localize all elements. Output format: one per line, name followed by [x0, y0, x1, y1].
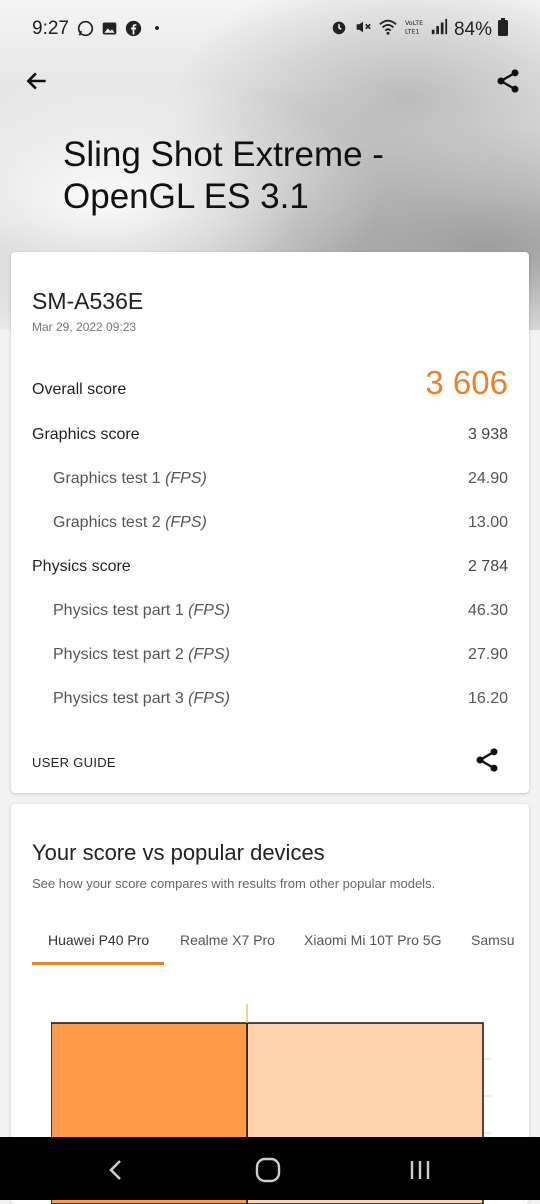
page-title: Sling Shot Extreme - OpenGL ES 3.1 — [63, 135, 384, 216]
device-tabs: Huawei P40 Pro Realme X7 Pro Xiaomi Mi 1… — [11, 924, 529, 966]
physics-test-2-value: 27.90 — [467, 646, 508, 663]
physics-test-1-value: 46.30 — [467, 602, 508, 619]
share-icon — [497, 69, 519, 93]
graphics-test-2-unit: (FPS) — [165, 514, 207, 531]
physics-score-label: Physics score — [32, 558, 131, 575]
status-time: 9:27 — [32, 18, 69, 39]
result-date: Mar 29, 2022 09:23 — [32, 320, 137, 334]
nav-back-icon — [109, 1160, 121, 1180]
nav-recents-button[interactable] — [405, 1155, 435, 1185]
whatsapp-icon — [76, 19, 94, 37]
result-share-button[interactable] — [473, 746, 503, 776]
result-card: SM-A536E Mar 29, 2022 09:23 Overall scor… — [11, 252, 529, 793]
physics-test-1-label: Physics test part 1 (FPS) — [32, 602, 230, 620]
battery-percent: 84% — [453, 18, 492, 40]
graphics-test-1-name: Graphics test 1 — [53, 470, 161, 487]
system-icons: VoLTE LTE1 84% — [330, 18, 508, 41]
overall-score-row: Overall score 3 606 — [32, 364, 508, 402]
battery-icon — [498, 18, 508, 41]
physics-score-row: Physics score 2 784 — [32, 558, 508, 576]
compare-title: Your score vs popular devices — [32, 840, 325, 865]
notification-dot: • — [154, 19, 160, 37]
physics-test-3-unit: (FPS) — [188, 690, 230, 707]
graphics-test-1-row: Graphics test 1 (FPS) 24.90 — [32, 470, 508, 488]
status-bar: 9:27 • VoLTE LTE1 84% — [0, 0, 540, 60]
share-icon — [476, 748, 498, 772]
svg-text:LTE1: LTE1 — [405, 28, 419, 35]
graphics-score-value: 3 938 — [467, 426, 508, 443]
tab-realme-x7-pro[interactable]: Realme X7 Pro — [180, 932, 275, 948]
physics-test-2-label: Physics test part 2 (FPS) — [32, 646, 230, 664]
nav-home-icon — [255, 1157, 281, 1183]
user-guide-link[interactable]: USER GUIDE — [32, 755, 116, 770]
nav-recents-icon — [410, 1161, 430, 1179]
nav-back-button[interactable] — [101, 1155, 131, 1185]
physics-test-1-unit: (FPS) — [188, 602, 230, 619]
graphics-test-1-unit: (FPS) — [165, 470, 207, 487]
physics-test-2-name: Physics test part 2 — [53, 646, 184, 663]
graphics-test-2-name: Graphics test 2 — [53, 514, 161, 531]
facebook-icon — [124, 19, 142, 37]
physics-test-3-value: 16.20 — [467, 690, 508, 707]
physics-test-1-row: Physics test part 1 (FPS) 46.30 — [32, 602, 508, 620]
gallery-icon — [100, 19, 118, 37]
compare-subtitle: See how your score compares with results… — [32, 876, 436, 891]
overall-score-value: 3 606 — [425, 364, 508, 401]
signal-icon — [430, 18, 448, 41]
active-tab-indicator — [32, 962, 164, 965]
system-navigation-bar — [0, 1137, 540, 1200]
graphics-test-1-label: Graphics test 1 (FPS) — [32, 470, 207, 488]
notification-icons: • — [76, 19, 166, 37]
graphics-score-row: Graphics score 3 938 — [32, 426, 508, 444]
graphics-test-2-row: Graphics test 2 (FPS) 13.00 — [32, 514, 508, 532]
volte-icon: VoLTE LTE1 — [404, 18, 424, 41]
nav-home-button[interactable] — [253, 1155, 283, 1185]
graphics-test-2-label: Graphics test 2 (FPS) — [32, 514, 207, 532]
physics-test-2-unit: (FPS) — [188, 646, 230, 663]
physics-test-2-row: Physics test part 2 (FPS) 27.90 — [32, 646, 508, 664]
tab-huawei-p40-pro[interactable]: Huawei P40 Pro — [48, 932, 149, 948]
physics-test-3-row: Physics test part 3 (FPS) 16.20 — [32, 690, 508, 708]
physics-score-value: 2 784 — [467, 558, 508, 575]
physics-test-1-name: Physics test part 1 — [53, 602, 184, 619]
mute-icon — [354, 18, 372, 41]
tab-xiaomi-mi-10t-pro-5g[interactable]: Xiaomi Mi 10T Pro 5G — [304, 932, 441, 948]
back-arrow-icon — [26, 72, 46, 90]
graphics-test-2-value: 13.00 — [467, 514, 508, 531]
device-name: SM-A536E — [32, 288, 144, 314]
share-button[interactable] — [488, 61, 528, 101]
graphics-test-1-value: 24.90 — [467, 470, 508, 487]
physics-test-3-name: Physics test part 3 — [53, 690, 184, 707]
tab-samsung[interactable]: Samsu — [471, 932, 515, 948]
wifi-icon — [378, 18, 398, 41]
physics-test-3-label: Physics test part 3 (FPS) — [32, 690, 230, 708]
alarm-icon — [330, 18, 348, 41]
overall-score-label: Overall score — [32, 381, 127, 398]
back-button[interactable] — [17, 61, 57, 101]
svg-text:VoLTE: VoLTE — [405, 20, 423, 27]
graphics-score-label: Graphics score — [32, 426, 140, 443]
